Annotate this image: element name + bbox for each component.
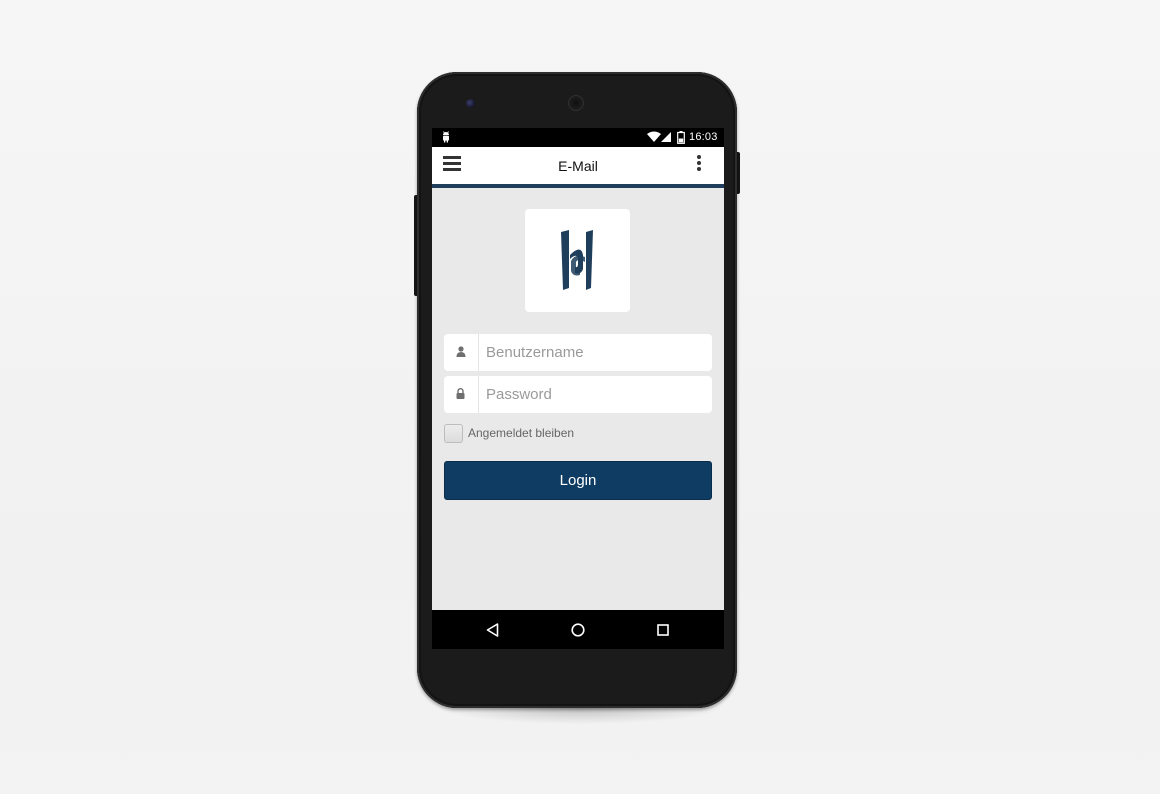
page-title: E-Mail: [558, 158, 598, 174]
remember-label: Angemeldet bleiben: [468, 426, 575, 440]
earpiece-speaker: [568, 95, 584, 111]
password-field: [444, 376, 712, 413]
remember-checkbox[interactable]: [444, 423, 463, 443]
recents-icon[interactable]: [657, 624, 669, 636]
signal-icon: [661, 132, 671, 142]
stage: 16:03 E-Mail Benutzername Angemeldet ble…: [0, 0, 1160, 794]
status-clock: 16:03: [689, 131, 718, 143]
android-debug-icon: [443, 131, 449, 143]
status-bar: 16:03: [432, 128, 724, 147]
navigation-bar: [432, 610, 724, 649]
phone-screen: 16:03 E-Mail Benutzername Angemeldet ble…: [432, 128, 724, 649]
remember-me[interactable]: Angemeldet bleiben: [444, 422, 574, 444]
password-input[interactable]: [479, 376, 707, 413]
login-button[interactable]: Login: [444, 461, 712, 500]
logo-mark: [561, 230, 593, 290]
lock-icon: [456, 388, 465, 399]
username-input[interactable]: [479, 334, 707, 371]
battery-icon: [677, 131, 685, 144]
username-addon: [444, 334, 479, 371]
user-icon: [456, 346, 466, 357]
app-logo: [525, 209, 630, 312]
app-bar: E-Mail: [432, 147, 724, 188]
back-icon[interactable]: [486, 623, 499, 637]
password-addon: [444, 376, 479, 413]
wifi-icon: [647, 131, 661, 142]
home-icon[interactable]: [571, 623, 585, 637]
front-camera: [466, 99, 475, 108]
username-field: [444, 334, 712, 371]
overflow-menu-icon[interactable]: [696, 155, 702, 173]
